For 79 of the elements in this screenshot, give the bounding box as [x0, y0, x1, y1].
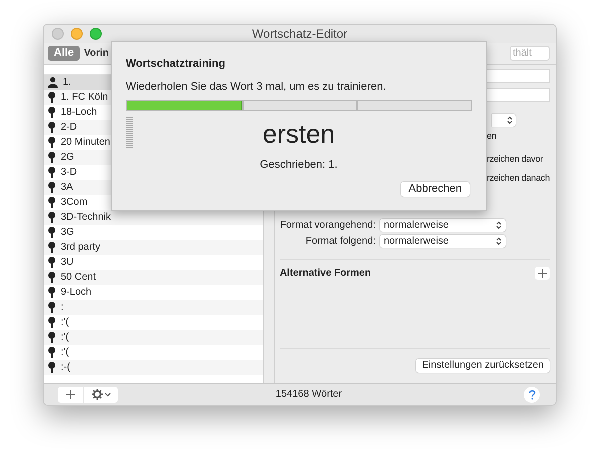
plus-icon: [66, 390, 75, 399]
zoom-button[interactable]: [90, 28, 102, 40]
word-label: 50 Cent: [61, 271, 96, 285]
caret-icon: [104, 392, 110, 396]
help-icon: [528, 390, 536, 400]
word-label: 3A: [61, 181, 74, 195]
cancel-button[interactable]: Abbrechen: [400, 182, 470, 196]
add-button[interactable]: [535, 266, 550, 280]
reset-button[interactable]: Einstellungen zurücksetzen: [416, 359, 550, 373]
option-label: rzeichen danach: [486, 172, 550, 185]
format-label: Format folgend:: [304, 234, 377, 248]
word-row[interactable]: :'(: [44, 330, 264, 345]
add-button[interactable]: [58, 386, 83, 402]
gear-icon: [92, 389, 102, 400]
option-label: rzeichen davor: [486, 152, 544, 166]
format-popup[interactable]: normalerweise: [380, 234, 506, 248]
microphone-icon: [48, 362, 56, 373]
word-label: 9-Loch: [61, 286, 92, 300]
word-row[interactable]: 50 Cent: [44, 270, 264, 285]
settings-button[interactable]: [84, 386, 118, 402]
window-title: Wortschatz-Editor: [251, 26, 349, 43]
instruction-text: Wiederholen Sie das Wort 3 mal, um es zu trainieren.: [126, 80, 388, 94]
word-label: :'(: [61, 331, 70, 345]
word-label: 2G: [61, 151, 74, 165]
written-count: Geschrieben: 1.: [260, 158, 338, 173]
format-label: Format vorangehend:: [280, 218, 377, 232]
microphone-icon: [48, 152, 56, 163]
microphone-icon: [48, 257, 56, 268]
word-label: 3-D: [61, 166, 78, 180]
chevrons-icon: [496, 236, 502, 246]
microphone-icon: [48, 272, 56, 283]
popup-menu[interactable]: [492, 114, 516, 127]
microphone-icon: [48, 302, 56, 313]
chevrons-icon: [507, 116, 513, 125]
word-row[interactable]: :-(: [44, 360, 264, 375]
microphone-icon: [48, 197, 56, 208]
microphone-icon: [48, 182, 56, 193]
microphone-icon: [48, 317, 56, 328]
training-word: ersten: [262, 119, 336, 149]
level-meter-icon: [126, 117, 133, 149]
word-label: 18-Loch: [61, 106, 98, 120]
microphone-icon: [48, 167, 56, 178]
option-label: en: [486, 130, 497, 143]
word-label: 2-D: [61, 121, 78, 135]
word-label: 3D-Technik: [61, 211, 112, 225]
section-title: Alternative Formen: [280, 266, 372, 280]
word-label: 3rd party: [61, 241, 100, 255]
plus-icon: [538, 268, 547, 278]
word-label: :'(: [61, 316, 70, 330]
person-icon: [48, 77, 58, 88]
microphone-icon: [48, 137, 56, 148]
word-label: 20 Minuten: [61, 136, 110, 150]
microphone-icon: [48, 227, 56, 238]
chevrons-icon: [496, 220, 502, 230]
word-label: 1. FC Köln: [61, 91, 108, 105]
help-button[interactable]: [524, 386, 540, 402]
word-label: 3Com: [61, 196, 88, 210]
filter-tab[interactable]: Vorin: [83, 46, 110, 61]
microphone-icon: [48, 347, 56, 358]
microphone-icon: [48, 122, 56, 133]
microphone-icon: [48, 242, 56, 253]
microphone-icon: [48, 332, 56, 343]
microphone-icon: [48, 212, 56, 223]
word-label: :-(: [61, 361, 70, 375]
word-row[interactable]: 3D-Technik: [44, 210, 264, 225]
word-label: 3G: [61, 226, 74, 240]
format-popup[interactable]: normalerweise: [380, 218, 506, 232]
sheet-title: Wortschatztraining: [126, 57, 226, 72]
word-count: 154168 Wörter: [274, 388, 344, 402]
word-label: 3U: [61, 256, 74, 270]
microphone-icon: [48, 92, 56, 103]
word-label: 1.: [63, 76, 72, 90]
word-label: :'(: [61, 346, 70, 360]
microphone-icon: [48, 107, 56, 118]
microphone-icon: [48, 287, 56, 298]
word-label: :: [61, 301, 64, 315]
word-row[interactable]: 3rd party: [44, 240, 264, 255]
word-row[interactable]: :: [44, 300, 264, 315]
search-field[interactable]: thält: [510, 46, 550, 61]
